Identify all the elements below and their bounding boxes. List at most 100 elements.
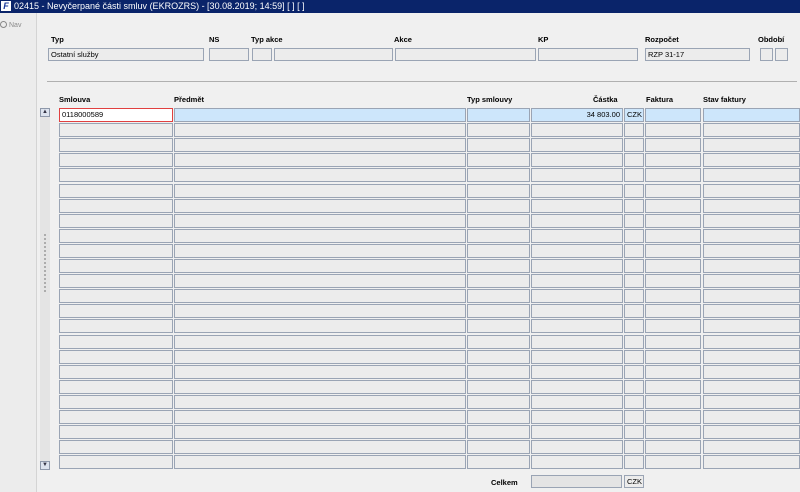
cell-faktura[interactable] bbox=[645, 274, 701, 288]
cell-stav[interactable] bbox=[703, 123, 800, 137]
cell-typ[interactable] bbox=[467, 244, 530, 258]
cell-predmet[interactable] bbox=[174, 410, 466, 424]
cell-predmet[interactable] bbox=[174, 168, 466, 182]
cell-castka[interactable] bbox=[531, 123, 623, 137]
scroll-down-icon[interactable]: ▼ bbox=[40, 461, 50, 470]
cell-smlouva[interactable] bbox=[59, 410, 173, 424]
cell-typ[interactable] bbox=[467, 259, 530, 273]
cell-typ[interactable] bbox=[467, 289, 530, 303]
cell-mena[interactable] bbox=[624, 395, 644, 409]
cell-mena[interactable] bbox=[624, 455, 644, 469]
cell-smlouva[interactable] bbox=[59, 168, 173, 182]
cell-typ[interactable] bbox=[467, 395, 530, 409]
cell-faktura[interactable] bbox=[645, 199, 701, 213]
cell-mena[interactable] bbox=[624, 410, 644, 424]
cell-predmet[interactable] bbox=[174, 395, 466, 409]
cell-faktura[interactable] bbox=[645, 425, 701, 439]
cell-mena[interactable] bbox=[624, 123, 644, 137]
cell-smlouva[interactable] bbox=[59, 289, 173, 303]
cell-faktura[interactable] bbox=[645, 304, 701, 318]
cell-castka[interactable] bbox=[531, 410, 623, 424]
cell-castka[interactable] bbox=[531, 425, 623, 439]
cell-faktura[interactable] bbox=[645, 184, 701, 198]
cell-castka[interactable] bbox=[531, 395, 623, 409]
cell-stav[interactable] bbox=[703, 365, 800, 379]
cell-typ[interactable] bbox=[467, 153, 530, 167]
cell-castka[interactable] bbox=[531, 304, 623, 318]
cell-smlouva[interactable] bbox=[59, 304, 173, 318]
cell-faktura[interactable] bbox=[645, 365, 701, 379]
cell-typ[interactable] bbox=[467, 319, 530, 333]
cell-smlouva[interactable] bbox=[59, 153, 173, 167]
cell-smlouva[interactable] bbox=[59, 335, 173, 349]
cell-predmet[interactable] bbox=[174, 425, 466, 439]
cell-stav[interactable] bbox=[703, 304, 800, 318]
cell-mena[interactable] bbox=[624, 319, 644, 333]
cell-mena[interactable] bbox=[624, 440, 644, 454]
cell-typ[interactable] bbox=[467, 350, 530, 364]
cell-stav[interactable] bbox=[703, 244, 800, 258]
obdobi-field-1[interactable] bbox=[760, 48, 773, 61]
rozpocet-field[interactable]: RZP 31-17 bbox=[645, 48, 750, 61]
nav-button[interactable]: Nav bbox=[0, 21, 21, 29]
cell-predmet[interactable] bbox=[174, 259, 466, 273]
cell-stav[interactable] bbox=[703, 259, 800, 273]
cell-predmet[interactable] bbox=[174, 244, 466, 258]
scroll-up-icon[interactable]: ▲ bbox=[40, 108, 50, 117]
cell-faktura[interactable] bbox=[645, 380, 701, 394]
ns-field[interactable] bbox=[209, 48, 249, 61]
cell-smlouva[interactable] bbox=[59, 259, 173, 273]
cell-faktura[interactable] bbox=[645, 214, 701, 228]
cell-mena[interactable] bbox=[624, 184, 644, 198]
cell-typ[interactable] bbox=[467, 199, 530, 213]
cell-smlouva[interactable]: 0118000589 bbox=[59, 108, 173, 122]
cell-predmet[interactable] bbox=[174, 335, 466, 349]
cell-stav[interactable] bbox=[703, 229, 800, 243]
cell-faktura[interactable] bbox=[645, 319, 701, 333]
cell-faktura[interactable] bbox=[645, 289, 701, 303]
cell-castka[interactable] bbox=[531, 259, 623, 273]
cell-mena[interactable] bbox=[624, 199, 644, 213]
cell-castka[interactable] bbox=[531, 168, 623, 182]
cell-faktura[interactable] bbox=[645, 244, 701, 258]
cell-predmet[interactable] bbox=[174, 274, 466, 288]
cell-stav[interactable] bbox=[703, 138, 800, 152]
cell-stav[interactable] bbox=[703, 214, 800, 228]
cell-faktura[interactable] bbox=[645, 138, 701, 152]
cell-predmet[interactable] bbox=[174, 108, 466, 122]
cell-typ[interactable] bbox=[467, 455, 530, 469]
cell-predmet[interactable] bbox=[174, 304, 466, 318]
cell-predmet[interactable] bbox=[174, 319, 466, 333]
cell-stav[interactable] bbox=[703, 350, 800, 364]
cell-faktura[interactable] bbox=[645, 335, 701, 349]
cell-smlouva[interactable] bbox=[59, 229, 173, 243]
cell-faktura[interactable] bbox=[645, 440, 701, 454]
cell-stav[interactable] bbox=[703, 440, 800, 454]
cell-typ[interactable] bbox=[467, 229, 530, 243]
cell-typ[interactable] bbox=[467, 410, 530, 424]
cell-faktura[interactable] bbox=[645, 395, 701, 409]
cell-smlouva[interactable] bbox=[59, 244, 173, 258]
cell-typ[interactable] bbox=[467, 168, 530, 182]
cell-faktura[interactable] bbox=[645, 153, 701, 167]
cell-castka[interactable] bbox=[531, 335, 623, 349]
cell-typ[interactable] bbox=[467, 123, 530, 137]
cell-predmet[interactable] bbox=[174, 350, 466, 364]
cell-stav[interactable] bbox=[703, 168, 800, 182]
cell-typ[interactable] bbox=[467, 335, 530, 349]
cell-castka[interactable] bbox=[531, 289, 623, 303]
cell-smlouva[interactable] bbox=[59, 380, 173, 394]
cell-stav[interactable] bbox=[703, 395, 800, 409]
cell-faktura[interactable] bbox=[645, 455, 701, 469]
cell-predmet[interactable] bbox=[174, 365, 466, 379]
cell-stav[interactable] bbox=[703, 199, 800, 213]
cell-castka[interactable] bbox=[531, 184, 623, 198]
cell-faktura[interactable] bbox=[645, 259, 701, 273]
cell-smlouva[interactable] bbox=[59, 350, 173, 364]
cell-smlouva[interactable] bbox=[59, 214, 173, 228]
cell-smlouva[interactable] bbox=[59, 274, 173, 288]
cell-smlouva[interactable] bbox=[59, 184, 173, 198]
typ-field[interactable]: Ostatní služby bbox=[48, 48, 204, 61]
cell-stav[interactable] bbox=[703, 289, 800, 303]
kp-field[interactable] bbox=[538, 48, 638, 61]
